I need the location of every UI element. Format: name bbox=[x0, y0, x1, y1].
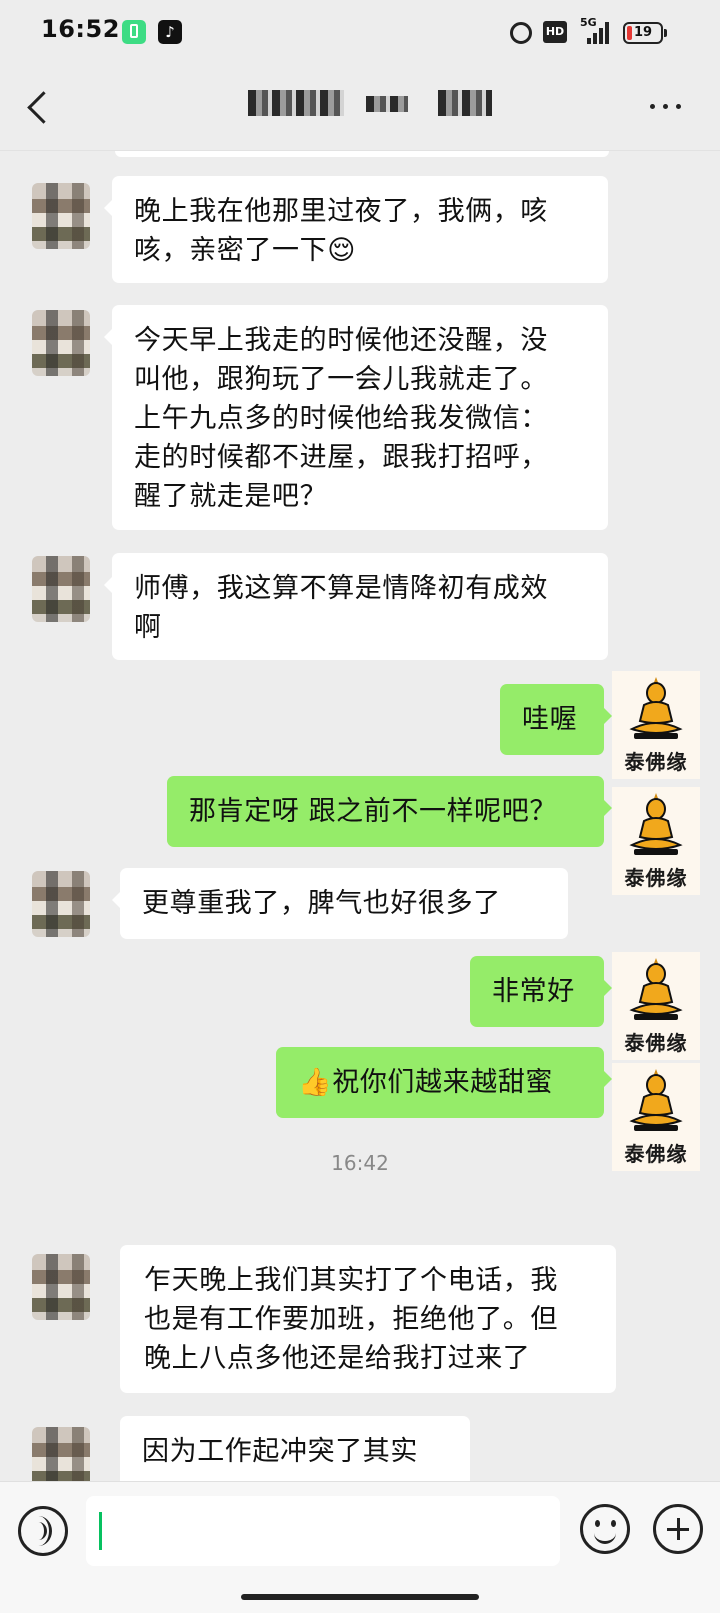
emoji-icon[interactable] bbox=[580, 1504, 630, 1554]
my-avatar[interactable]: 泰佛缘 bbox=[612, 671, 700, 779]
message-bubble-sent[interactable]: 👍祝你们越来越甜蜜 bbox=[276, 1047, 612, 1118]
battery-level: 19 bbox=[633, 25, 653, 40]
voice-icon[interactable] bbox=[18, 1506, 68, 1556]
input-bar bbox=[0, 1481, 720, 1613]
contact-avatar[interactable] bbox=[32, 1427, 90, 1481]
chat-header: ██ █ ██ ██ bbox=[0, 66, 720, 151]
chat-timestamp: 16:42 bbox=[331, 1151, 389, 1175]
message-bubble-received[interactable]: 因为工作起冲突了其实 bbox=[120, 1416, 470, 1481]
title-mosaic bbox=[366, 96, 408, 112]
message-bubble-received[interactable]: 更尊重我了，脾气也好很多了 bbox=[112, 868, 568, 939]
contact-avatar[interactable] bbox=[32, 310, 90, 376]
chat-title: ██ █ ██ ██ bbox=[248, 90, 508, 122]
tiktok-icon: ♪ bbox=[158, 20, 182, 44]
contact-avatar[interactable] bbox=[32, 1254, 90, 1320]
alarm-icon bbox=[510, 22, 532, 44]
hd-icon: HD bbox=[543, 21, 567, 43]
message-bubble-received[interactable]: 晚上我在他那里过夜了，我俩，咳 咳，亲密了一下😌 bbox=[104, 176, 608, 283]
buddha-icon bbox=[629, 677, 683, 739]
message-bubble-received[interactable]: 乍天晚上我们其实打了个电话，我 也是有工作要加班，拒绝他了。但 晚上八点多他还是… bbox=[120, 1245, 616, 1393]
title-mosaic bbox=[438, 90, 492, 116]
message-input[interactable] bbox=[86, 1496, 560, 1566]
avatar-brand-text: 泰佛缘 bbox=[624, 750, 688, 774]
more-icon[interactable] bbox=[650, 100, 690, 114]
message-bubble-received[interactable]: 今天早上我走的时候他还没醒，没 叫他，跟狗玩了一会儿我就走了。 上午九点多的时候… bbox=[104, 305, 608, 530]
my-avatar[interactable]: 泰佛缘 bbox=[612, 787, 700, 895]
contact-avatar[interactable] bbox=[32, 871, 90, 937]
title-mosaic bbox=[248, 90, 344, 116]
message-bubble-sent[interactable]: 哇喔 bbox=[500, 684, 612, 755]
text-caret bbox=[99, 1512, 102, 1550]
back-arrow-icon[interactable] bbox=[20, 84, 60, 128]
avatar-brand-text: 泰佛缘 bbox=[624, 1031, 688, 1055]
battery-saver-icon bbox=[122, 20, 146, 44]
plus-icon[interactable] bbox=[653, 1504, 703, 1554]
message-bubble-received[interactable]: 师傅，我这算不算是情降初有成效 啊 bbox=[104, 553, 608, 660]
home-indicator[interactable] bbox=[241, 1594, 479, 1600]
buddha-icon bbox=[629, 793, 683, 855]
message-bubble-sent[interactable]: 非常好 bbox=[470, 956, 612, 1027]
message-bubble-partial bbox=[115, 151, 609, 157]
message-bubble-sent[interactable]: 那肯定呀 跟之前不一样呢吧？ bbox=[167, 776, 612, 847]
my-avatar[interactable]: 泰佛缘 bbox=[612, 952, 700, 1060]
buddha-icon bbox=[629, 958, 683, 1020]
status-bar: 16:52 ♪ HD 5G 19 bbox=[0, 0, 720, 66]
contact-avatar[interactable] bbox=[32, 556, 90, 622]
signal-icon bbox=[587, 22, 613, 44]
contact-avatar[interactable] bbox=[32, 183, 90, 249]
status-time: 16:52 bbox=[41, 15, 120, 43]
battery-icon: 19 bbox=[623, 22, 667, 44]
avatar-brand-text: 泰佛缘 bbox=[624, 866, 688, 890]
buddha-icon bbox=[629, 1069, 683, 1131]
message-list[interactable]: 晚上我在他那里过夜了，我俩，咳 咳，亲密了一下😌 今天早上我走的时候他还没醒，没… bbox=[0, 151, 720, 1481]
